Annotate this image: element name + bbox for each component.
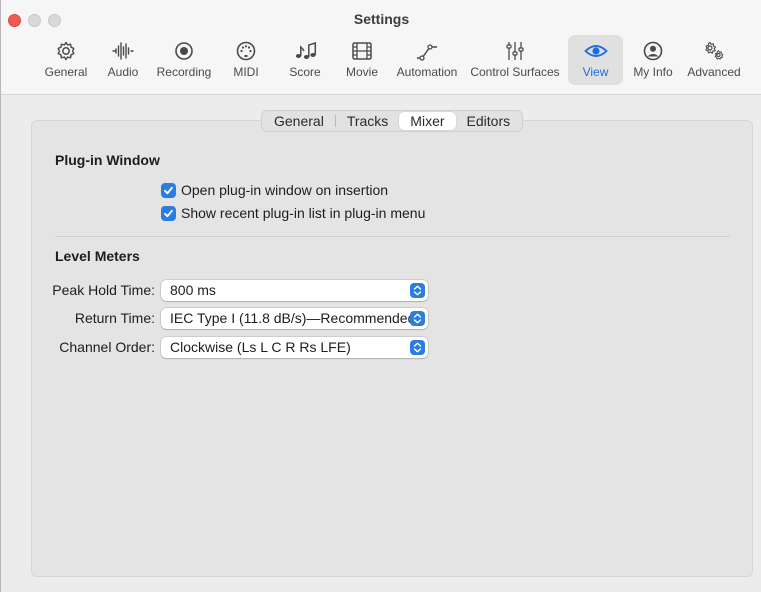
toolbar-label: General bbox=[44, 65, 88, 79]
toolbar-recording[interactable]: Recording bbox=[153, 35, 215, 85]
waveform-icon bbox=[112, 42, 134, 60]
chevron-up-down-icon bbox=[410, 283, 425, 298]
channel-order-select[interactable]: Clockwise (Ls L C R Rs LFE) bbox=[161, 337, 428, 358]
channel-order-value: Clockwise (Ls L C R Rs LFE) bbox=[170, 339, 351, 355]
music-notes-icon bbox=[295, 41, 317, 59]
return-time-select[interactable]: IEC Type I (11.8 dB/s)—Recommended bbox=[161, 308, 428, 329]
toolbar-label: Control Surfaces bbox=[470, 65, 560, 79]
peak-hold-time-select[interactable]: 800 ms bbox=[161, 280, 428, 301]
tab-bar: General Tracks Mixer Editors bbox=[261, 110, 524, 132]
toolbar-label: Automation bbox=[396, 65, 458, 79]
settings-window: Settings General Audio Recording MIDI Sc… bbox=[0, 0, 761, 592]
toolbar-label: View bbox=[582, 65, 609, 79]
toolbar-label: Audio bbox=[107, 65, 139, 79]
checkmark-icon bbox=[164, 209, 173, 217]
gear-icon bbox=[57, 41, 75, 61]
toolbar-view[interactable]: View bbox=[568, 35, 623, 85]
person-icon bbox=[643, 41, 663, 61]
toolbar-audio[interactable]: Audio bbox=[102, 35, 144, 85]
gears-icon bbox=[705, 41, 724, 60]
open-plugin-window-label: Open plug-in window on insertion bbox=[181, 182, 389, 198]
window-title: Settings bbox=[353, 11, 410, 27]
automation-curve-icon bbox=[417, 44, 437, 61]
record-icon bbox=[175, 42, 193, 60]
toolbar-advanced[interactable]: Advanced bbox=[683, 35, 745, 85]
midi-port-icon bbox=[236, 41, 256, 61]
tab-editors[interactable]: Editors bbox=[456, 112, 522, 130]
toolbar-label: Recording bbox=[156, 65, 212, 79]
toolbar-midi[interactable]: MIDI bbox=[225, 35, 267, 85]
show-recent-plugins-option[interactable]: Show recent plug-in list in plug-in menu bbox=[161, 204, 425, 222]
toolbar-label: MIDI bbox=[233, 65, 259, 79]
titlebar: Settings General Audio Recording MIDI Sc… bbox=[1, 0, 761, 95]
peak-hold-time-value: 800 ms bbox=[170, 282, 216, 298]
toolbar-label: Advanced bbox=[687, 65, 741, 79]
toolbar-label: Movie bbox=[345, 65, 378, 79]
toolbar-general[interactable]: General bbox=[39, 35, 93, 85]
peak-hold-time-label: Peak Hold Time: bbox=[52, 282, 155, 298]
chevron-up-down-icon bbox=[410, 340, 425, 355]
checkmark-icon bbox=[164, 186, 173, 194]
open-plugin-window-option[interactable]: Open plug-in window on insertion bbox=[161, 181, 388, 199]
tab-general[interactable]: General bbox=[263, 112, 335, 130]
tab-mixer[interactable]: Mixer bbox=[399, 112, 456, 130]
toolbar-my-info[interactable]: My Info bbox=[629, 35, 677, 85]
tab-tracks[interactable]: Tracks bbox=[336, 112, 399, 130]
return-time-label: Return Time: bbox=[74, 310, 155, 326]
return-time-value: IEC Type I (11.8 dB/s)—Recommended bbox=[170, 310, 416, 326]
show-recent-plugins-checkbox[interactable] bbox=[161, 205, 176, 221]
film-icon bbox=[352, 42, 372, 60]
toolbar-label: Score bbox=[289, 65, 321, 79]
toolbar-automation[interactable]: Automation bbox=[393, 35, 461, 85]
toolbar-movie[interactable]: Movie bbox=[339, 35, 385, 85]
chevron-up-down-icon bbox=[410, 311, 425, 326]
plugin-window-heading: Plug-in Window bbox=[55, 152, 160, 168]
toolbar-control-surfaces[interactable]: Control Surfaces bbox=[466, 35, 564, 85]
eye-icon bbox=[583, 45, 608, 57]
level-meters-heading: Level Meters bbox=[55, 248, 140, 264]
toolbar-score[interactable]: Score bbox=[284, 35, 326, 85]
open-plugin-window-checkbox[interactable] bbox=[161, 182, 176, 198]
section-divider bbox=[55, 236, 730, 237]
toolbar-label: My Info bbox=[633, 65, 673, 79]
faders-icon bbox=[506, 42, 524, 60]
channel-order-label: Channel Order: bbox=[59, 339, 155, 355]
show-recent-plugins-label: Show recent plug-in list in plug-in menu bbox=[181, 205, 426, 221]
